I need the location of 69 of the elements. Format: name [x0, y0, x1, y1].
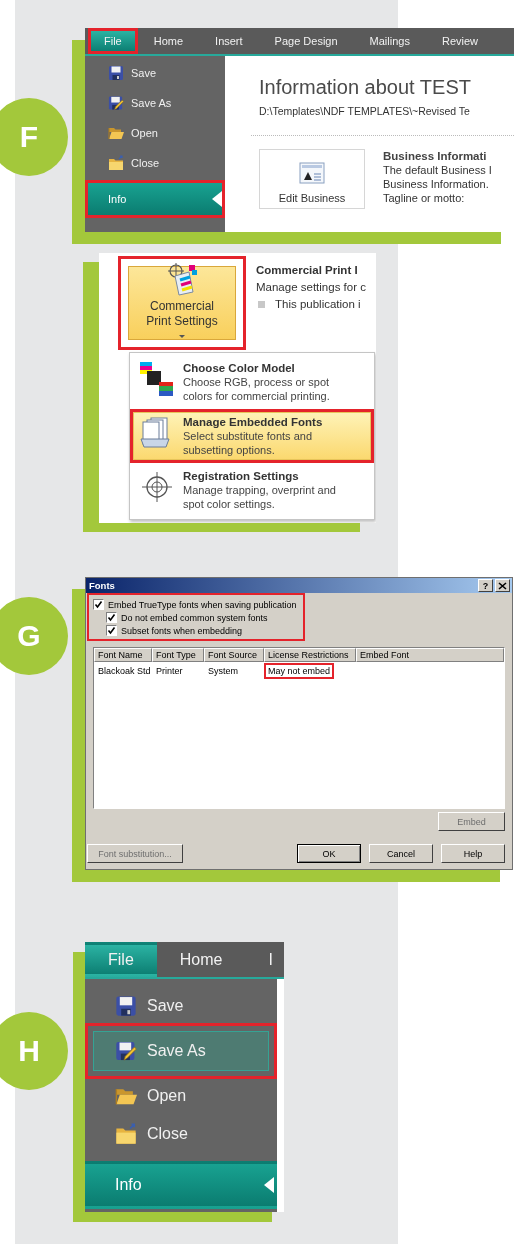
menu-item[interactable]: Info — [85, 1161, 277, 1209]
ribbon-tab[interactable]: File — [88, 28, 138, 54]
section-heading: Commercial Print I — [256, 263, 359, 278]
step-badge: G — [0, 597, 68, 675]
table-cell: May not embed — [264, 663, 335, 679]
menu-item[interactable]: Info — [85, 180, 225, 218]
menu-item[interactable]: Open — [85, 1077, 277, 1115]
card-icon — [299, 162, 325, 184]
pointer-triangle-icon — [264, 1177, 274, 1193]
dialog-button[interactable]: Help — [441, 844, 505, 863]
checkbox[interactable] — [106, 625, 117, 636]
file-path: D:\Templates\NDF TEMPLATES\~Revised Te — [259, 105, 471, 117]
checkbox[interactable] — [106, 612, 117, 623]
color-squares-icon — [139, 361, 175, 397]
window-title: Fonts — [89, 580, 115, 591]
close-icon — [498, 581, 507, 590]
menu-item[interactable]: Manage Embedded Fonts Select substitute fonts and subsetting options. — [130, 409, 374, 463]
crosshair-icon — [139, 469, 175, 505]
dialog-button[interactable]: OK — [297, 844, 361, 863]
folder-icon — [115, 1123, 137, 1145]
table-cell-text: System — [207, 665, 239, 678]
floppy-pencil-icon — [115, 1040, 137, 1062]
step-badge: F — [0, 98, 68, 176]
ribbon-tab[interactable]: Home — [137, 28, 200, 54]
menu-item[interactable]: Save — [85, 58, 225, 88]
checkbox-label: Subset fonts when embedding — [121, 625, 243, 636]
description-line: Business Information. — [383, 177, 490, 191]
help-button[interactable]: ? — [478, 579, 493, 592]
column-header[interactable]: Font Name — [94, 648, 152, 662]
menu-item[interactable]: Open — [85, 118, 225, 148]
menu-item[interactable]: Choose Color Model Choose RGB, process or spot colors for commercial printing. — [130, 355, 374, 409]
step-badge: H — [0, 1012, 68, 1090]
table-cell-text: Blackoak Std — [97, 665, 152, 678]
column-header[interactable]: License Restrictions — [264, 648, 356, 662]
menu-item[interactable]: Close — [85, 148, 225, 178]
commercial-print-button[interactable]: Commercial Print Settings — [118, 256, 246, 350]
table-cell-text: Printer — [155, 665, 184, 678]
print-target-icon — [165, 262, 199, 296]
column-header[interactable]: Font Source — [204, 648, 264, 662]
dialog-button[interactable]: Cancel — [369, 844, 433, 863]
description-line: The default Business I — [383, 163, 492, 177]
ribbon-tab[interactable]: Insert — [199, 28, 259, 54]
column-header[interactable]: Embed Font — [356, 648, 504, 662]
floppy-pencil-icon — [108, 95, 124, 111]
ribbon-tab[interactable]: Review — [425, 28, 495, 54]
column-header[interactable]: Font Type — [152, 648, 204, 662]
close-button[interactable] — [495, 579, 510, 592]
page-title: Information about TEST — [259, 76, 472, 99]
ribbon-tab[interactable]: I — [245, 942, 276, 977]
bullet-text: This publication i — [275, 297, 361, 312]
tagline-label: Tagline or motto: — [383, 191, 466, 205]
checkbox-label: Do not embed common system fonts — [121, 612, 268, 623]
menu-item[interactable]: Close — [85, 1115, 277, 1153]
edit-business-button[interactable]: Edit Business — [259, 149, 365, 209]
caret-icon — [179, 335, 185, 339]
section-heading: Business Informati — [383, 149, 488, 163]
menu-item[interactable]: Save As — [85, 1023, 277, 1079]
folder-icon — [108, 155, 124, 171]
description-text: Manage settings for c — [256, 280, 367, 295]
pointer-triangle-icon — [212, 191, 222, 207]
checkbox-label: Embed TrueType fonts when saving publication — [108, 599, 297, 610]
ribbon-tab[interactable]: Page Design — [258, 28, 354, 54]
checkbox[interactable] — [93, 599, 104, 610]
menu-item[interactable]: Registration Settings Manage trapping, overprint and spot color settings. — [130, 463, 374, 517]
open-folder-icon — [108, 125, 124, 141]
menu-item[interactable]: Save As — [85, 88, 225, 118]
ribbon-tab[interactable]: Mailings — [353, 28, 426, 54]
bullet-square-icon — [258, 301, 265, 308]
ribbon-tab[interactable]: Home — [156, 942, 246, 977]
